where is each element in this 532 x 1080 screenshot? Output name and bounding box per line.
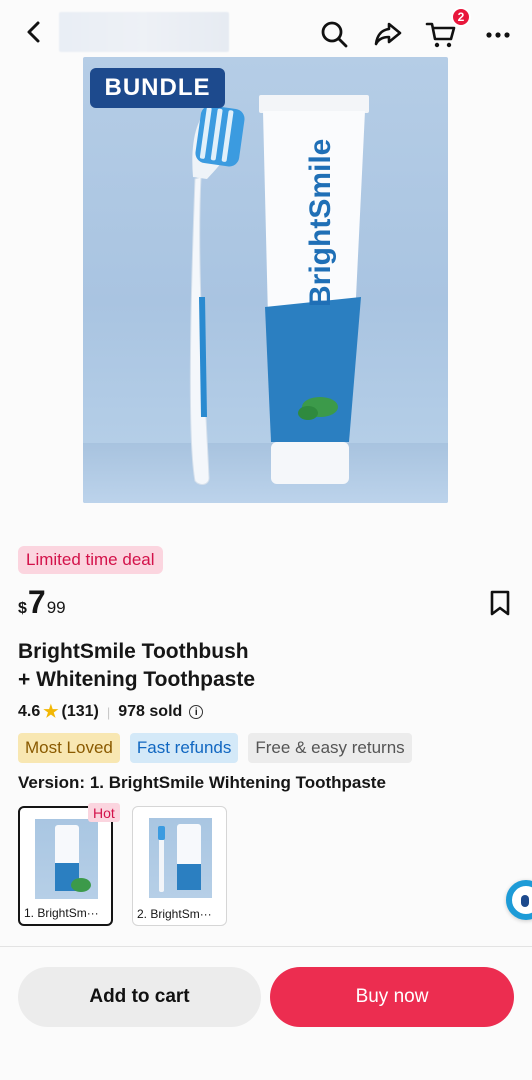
search-icon[interactable] [318, 18, 350, 50]
feature-chips: Most Loved Fast refunds Free & easy retu… [18, 733, 412, 763]
hot-tag: Hot [88, 803, 120, 822]
product-image[interactable]: BrightSmile BUNDLE [83, 57, 448, 503]
chip-fast-refunds: Fast refunds [129, 733, 239, 763]
top-bar: 2 [0, 0, 532, 60]
version-selector-label: Version: 1. BrightSmile Wihtening Toothp… [18, 773, 386, 793]
more-icon[interactable] [482, 18, 514, 50]
product-illustration: BrightSmile [189, 95, 369, 485]
rating-row[interactable]: 4.6 ★ (131) | 978 sold i [18, 701, 204, 723]
star-icon: ★ [43, 702, 59, 721]
chip-free-returns[interactable]: Free & easy returns [248, 733, 412, 763]
product-title-line-1: BrightSmile Toothbush [18, 640, 249, 663]
add-to-cart-button[interactable]: Add to cart [18, 967, 261, 1027]
divider [0, 946, 532, 947]
variant-option-2[interactable]: 2. BrightSm··· [132, 806, 227, 926]
svg-text:BrightSmile: BrightSmile [304, 139, 337, 307]
product-title: BrightSmile Toothbush + Whitening Toothp… [18, 638, 488, 694]
info-icon[interactable]: i [189, 705, 204, 719]
rating-value: 4.6 [18, 703, 41, 720]
toothbrush-illustration [189, 105, 245, 485]
review-count: (131) [61, 703, 99, 720]
sold-count: 978 sold [118, 703, 183, 720]
back-icon[interactable] [20, 18, 48, 46]
price: $ 7 99 [18, 584, 66, 622]
version-label: Version: [18, 773, 86, 792]
toothpaste-tube-illustration: BrightSmile [259, 95, 369, 484]
variant-label: 2. BrightSm··· [137, 907, 212, 921]
price-cents: 99 [46, 598, 66, 617]
variant-label: 1. BrightSm··· [24, 906, 99, 920]
variant-thumbnail [149, 818, 212, 898]
limited-deal-tag: Limited time deal [18, 546, 163, 574]
blurred-shop-title [59, 12, 229, 52]
share-icon[interactable] [372, 18, 404, 50]
variant-thumbnail [35, 819, 98, 899]
bookmark-icon[interactable] [488, 590, 512, 616]
version-value: 1. BrightSmile Wihtening Toothpaste [89, 773, 386, 792]
chip-most-loved: Most Loved [18, 733, 120, 763]
cart-count-badge: 2 [451, 7, 471, 27]
product-page: 2 BrightSmile BUNDLE Limited time deal $… [0, 0, 532, 1080]
separator: | [106, 704, 111, 720]
price-currency: $ [18, 600, 27, 617]
product-title-line-2: + Whitening Toothpaste [18, 668, 256, 691]
variant-option-1[interactable]: 1. BrightSm··· [18, 806, 113, 926]
assistant-widget-icon[interactable] [506, 880, 532, 920]
buy-now-button[interactable]: Buy now [270, 967, 514, 1027]
price-whole: 7 [27, 584, 46, 620]
bundle-badge: BUNDLE [90, 68, 225, 108]
